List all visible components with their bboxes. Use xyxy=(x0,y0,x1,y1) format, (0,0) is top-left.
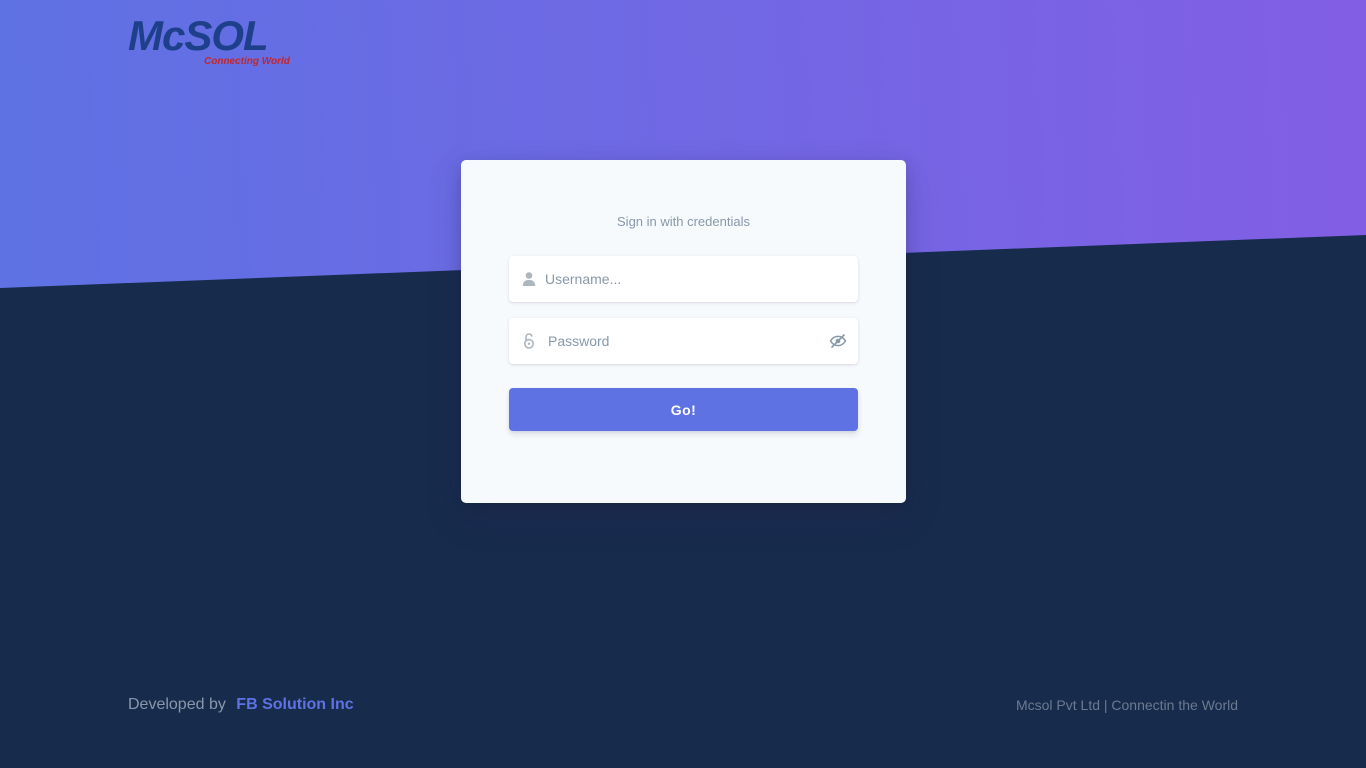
brand-logo-wordmark: McSOL xyxy=(128,12,269,59)
eye-slash-icon[interactable] xyxy=(829,333,847,349)
developer-link[interactable]: FB Solution Inc xyxy=(236,696,353,713)
password-field xyxy=(509,318,858,364)
username-field xyxy=(509,256,858,302)
user-icon xyxy=(521,271,537,287)
brand-logo-tagline: Connecting World xyxy=(204,56,290,67)
lock-open-icon xyxy=(521,333,537,349)
password-input[interactable] xyxy=(548,318,828,364)
username-input[interactable] xyxy=(545,256,825,302)
developed-by-label: Developed by xyxy=(128,696,226,713)
login-card: Sign in with credentials Username... Go! xyxy=(461,160,906,503)
sign-in-button[interactable]: Go! xyxy=(509,388,858,431)
brand-logo[interactable]: McSOL Connecting World xyxy=(128,14,290,70)
login-card-title: Sign in with credentials xyxy=(617,214,750,229)
login-page: McSOL Connecting World Sign in with cred… xyxy=(0,0,1366,768)
footer-copyright: Mcsol Pvt Ltd | Connectin the World xyxy=(1015,697,1238,713)
footer-credits: Developed by FB Solution Inc xyxy=(128,696,354,714)
